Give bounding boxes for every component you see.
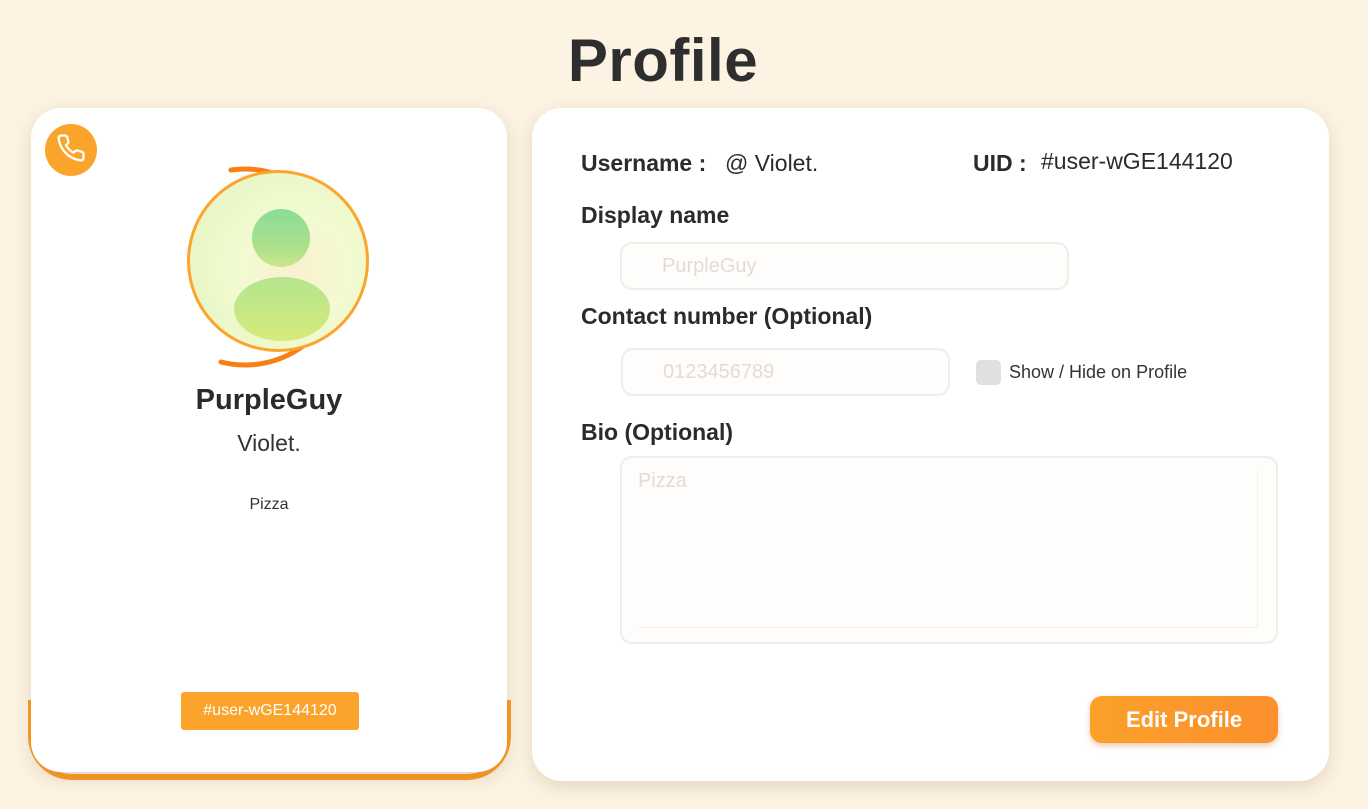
uid-badge: #user-wGE144120 — [181, 692, 359, 730]
contact-number-input[interactable] — [621, 348, 950, 396]
profile-card-wrapper: PurpleGuy Violet. Pizza #user-wGE144120 — [28, 108, 511, 782]
avatar — [187, 170, 369, 352]
card-display-name: PurpleGuy — [195, 384, 343, 416]
display-name-label: Display name — [581, 202, 730, 228]
edit-profile-button[interactable]: Edit Profile — [1090, 696, 1278, 743]
username-label: Username : — [581, 150, 707, 176]
contact-number-label: Contact number (Optional) — [581, 303, 873, 329]
page-title: Profile — [567, 27, 759, 94]
display-name-input[interactable] — [620, 242, 1069, 290]
phone-icon — [56, 133, 86, 168]
uid-value: #user-wGE144120 — [1041, 148, 1233, 174]
uid-label: UID : — [973, 150, 1027, 176]
call-button[interactable] — [45, 124, 97, 176]
bio-label: Bio (Optional) — [581, 419, 734, 445]
show-on-profile-label: Show / Hide on Profile — [1009, 362, 1188, 382]
card-handle: Violet. — [237, 430, 301, 456]
avatar-container — [181, 156, 387, 370]
show-on-profile-checkbox[interactable] — [976, 360, 1001, 385]
profile-form-panel: Username : @ Violet. UID : #user-wGE1441… — [532, 108, 1329, 781]
card-bio: Pizza — [249, 496, 289, 513]
profile-card: PurpleGuy Violet. Pizza #user-wGE144120 — [31, 108, 507, 772]
bio-field — [620, 456, 1278, 644]
username-value: @ Violet. — [725, 150, 819, 176]
bio-textarea[interactable] — [638, 470, 1258, 628]
